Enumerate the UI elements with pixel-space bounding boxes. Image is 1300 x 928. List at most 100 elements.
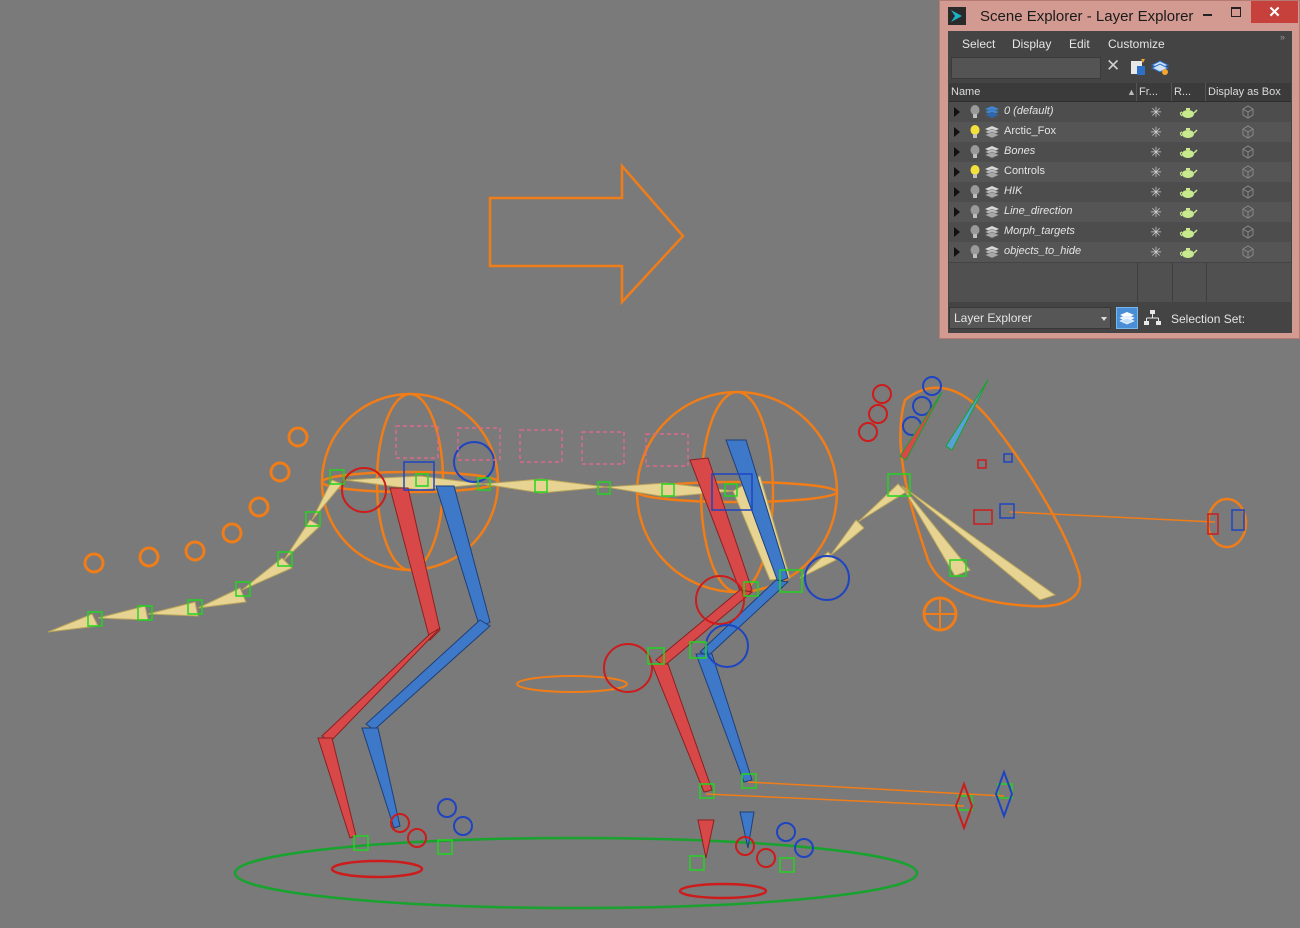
rear-leg-left[interactable] bbox=[317, 487, 441, 839]
expand-icon[interactable] bbox=[954, 147, 960, 157]
menu-display[interactable]: Display bbox=[1012, 37, 1051, 51]
layer-name: Line_direction bbox=[1004, 205, 1073, 217]
lightbulb-icon[interactable] bbox=[969, 104, 981, 120]
scene-explorer-window[interactable]: Scene Explorer - Layer Explorer ✕ Select… bbox=[939, 0, 1300, 339]
layer-row[interactable]: HIK ✳ bbox=[949, 182, 1291, 203]
freeze-snowflake-icon[interactable]: ✳ bbox=[1148, 104, 1164, 120]
display-box-icon[interactable] bbox=[1240, 244, 1256, 260]
layer-stack-icon bbox=[984, 246, 1000, 259]
freeze-snowflake-icon[interactable]: ✳ bbox=[1148, 204, 1164, 220]
hierarchy-icon bbox=[1144, 310, 1161, 325]
lightbulb-icon[interactable] bbox=[969, 144, 981, 160]
display-box-icon[interactable] bbox=[1240, 164, 1256, 180]
freeze-snowflake-icon[interactable]: ✳ bbox=[1148, 184, 1164, 200]
window-titlebar[interactable]: Scene Explorer - Layer Explorer ✕ bbox=[940, 1, 1299, 31]
column-header: Name ▲ Fr... R... Display as Box bbox=[949, 83, 1291, 102]
close-button[interactable]: ✕ bbox=[1251, 1, 1298, 23]
lightbulb-icon[interactable] bbox=[969, 124, 981, 140]
menu-edit[interactable]: Edit bbox=[1069, 37, 1090, 51]
clear-search-icon[interactable]: ✕ bbox=[1106, 56, 1120, 76]
expand-icon[interactable] bbox=[954, 247, 960, 257]
layer-row[interactable]: objects_to_hide ✳ bbox=[949, 242, 1291, 263]
display-box-icon[interactable] bbox=[1240, 184, 1256, 200]
lightbulb-icon[interactable] bbox=[969, 244, 981, 260]
display-box-icon[interactable] bbox=[1240, 224, 1256, 240]
search-input[interactable] bbox=[951, 57, 1101, 79]
layer-name: Arctic_Fox bbox=[1004, 125, 1056, 137]
layer-stack-icon bbox=[984, 226, 1000, 239]
sort-by-layers-button[interactable] bbox=[1116, 307, 1138, 329]
layer-name: HIK bbox=[1004, 185, 1023, 197]
lightbulb-icon[interactable] bbox=[969, 224, 981, 240]
explorer-dropdown[interactable]: Layer Explorer bbox=[949, 307, 1111, 329]
rear-leg-right[interactable] bbox=[361, 485, 491, 829]
lightbulb-icon[interactable] bbox=[969, 204, 981, 220]
toe-controls[interactable] bbox=[390, 376, 942, 868]
expand-icon[interactable] bbox=[954, 107, 960, 117]
ear-bone-red[interactable] bbox=[899, 391, 943, 461]
layer-stack-icon bbox=[984, 186, 1000, 199]
window-title: Scene Explorer - Layer Explorer bbox=[980, 8, 1194, 25]
menu-customize[interactable]: Customize bbox=[1108, 37, 1165, 51]
tail-bones[interactable] bbox=[47, 479, 343, 633]
layer-row[interactable]: Morph_targets ✳ bbox=[949, 222, 1291, 243]
teapot-render-icon[interactable] bbox=[1178, 205, 1198, 219]
layer-stack-icon bbox=[984, 126, 1000, 139]
nose-control[interactable] bbox=[1206, 497, 1248, 549]
minimize-button[interactable] bbox=[1193, 1, 1221, 23]
layer-row[interactable]: Bones ✳ bbox=[949, 142, 1291, 163]
sort-by-hierarchy-button[interactable] bbox=[1141, 307, 1163, 329]
neck-head-bones[interactable] bbox=[799, 483, 1057, 601]
add-to-layer-icon[interactable] bbox=[1150, 57, 1170, 77]
sort-ascending-icon[interactable]: ▲ bbox=[1127, 83, 1136, 101]
column-name[interactable]: Name bbox=[949, 83, 1137, 101]
column-display-as-box[interactable]: Display as Box bbox=[1206, 83, 1291, 101]
layer-row[interactable]: Line_direction ✳ bbox=[949, 202, 1291, 223]
display-box-icon[interactable] bbox=[1240, 144, 1256, 160]
expand-icon[interactable] bbox=[954, 127, 960, 137]
layer-row[interactable]: 0 (default) ✳ bbox=[949, 102, 1291, 123]
more-options-icon[interactable]: » bbox=[1280, 32, 1285, 42]
freeze-snowflake-icon[interactable]: ✳ bbox=[1148, 224, 1164, 240]
teapot-render-icon[interactable] bbox=[1178, 165, 1198, 179]
freeze-snowflake-icon[interactable]: ✳ bbox=[1148, 124, 1164, 140]
teapot-render-icon[interactable] bbox=[1178, 185, 1198, 199]
column-render[interactable]: R... bbox=[1172, 83, 1206, 101]
layer-name: 0 (default) bbox=[1004, 105, 1054, 117]
teapot-render-icon[interactable] bbox=[1178, 125, 1198, 139]
expand-icon[interactable] bbox=[954, 227, 960, 237]
column-frozen[interactable]: Fr... bbox=[1137, 83, 1172, 101]
tail-fk-controls[interactable] bbox=[83, 426, 309, 574]
expand-icon[interactable] bbox=[954, 167, 960, 177]
expand-icon[interactable] bbox=[954, 187, 960, 197]
display-box-icon[interactable] bbox=[1240, 124, 1256, 140]
menu-select[interactable]: Select bbox=[962, 37, 995, 51]
freeze-snowflake-icon[interactable]: ✳ bbox=[1148, 164, 1164, 180]
teapot-render-icon[interactable] bbox=[1178, 245, 1198, 259]
display-box-icon[interactable] bbox=[1240, 204, 1256, 220]
menu-bar: Select Display Edit Customize bbox=[948, 33, 1292, 55]
layer-name: Morph_targets bbox=[1004, 225, 1075, 237]
direction-arrow[interactable] bbox=[488, 162, 685, 306]
layer-stack-icon bbox=[984, 106, 1000, 119]
freeze-snowflake-icon[interactable]: ✳ bbox=[1148, 144, 1164, 160]
display-box-icon[interactable] bbox=[1240, 104, 1256, 120]
layer-row[interactable]: Controls ✳ bbox=[949, 162, 1291, 183]
ik-boxes[interactable] bbox=[403, 453, 1245, 531]
layer-stack-icon bbox=[984, 206, 1000, 219]
foot-ellipses[interactable] bbox=[330, 859, 768, 900]
explorer-panel: Select Display Edit Customize ✕ Name ▲ F… bbox=[948, 31, 1292, 333]
joint-markers[interactable] bbox=[87, 469, 1013, 873]
teapot-render-icon[interactable] bbox=[1178, 145, 1198, 159]
explorer-dropdown-label: Layer Explorer bbox=[954, 311, 1033, 325]
expand-icon[interactable] bbox=[954, 207, 960, 217]
teapot-render-icon[interactable] bbox=[1178, 105, 1198, 119]
create-layer-icon[interactable] bbox=[1128, 57, 1148, 77]
teapot-render-icon[interactable] bbox=[1178, 225, 1198, 239]
chevron-down-icon bbox=[1101, 317, 1107, 321]
maximize-button[interactable] bbox=[1222, 1, 1250, 23]
freeze-snowflake-icon[interactable]: ✳ bbox=[1148, 244, 1164, 260]
layer-row[interactable]: Arctic_Fox ✳ bbox=[949, 122, 1291, 143]
lightbulb-icon[interactable] bbox=[969, 184, 981, 200]
lightbulb-icon[interactable] bbox=[969, 164, 981, 180]
